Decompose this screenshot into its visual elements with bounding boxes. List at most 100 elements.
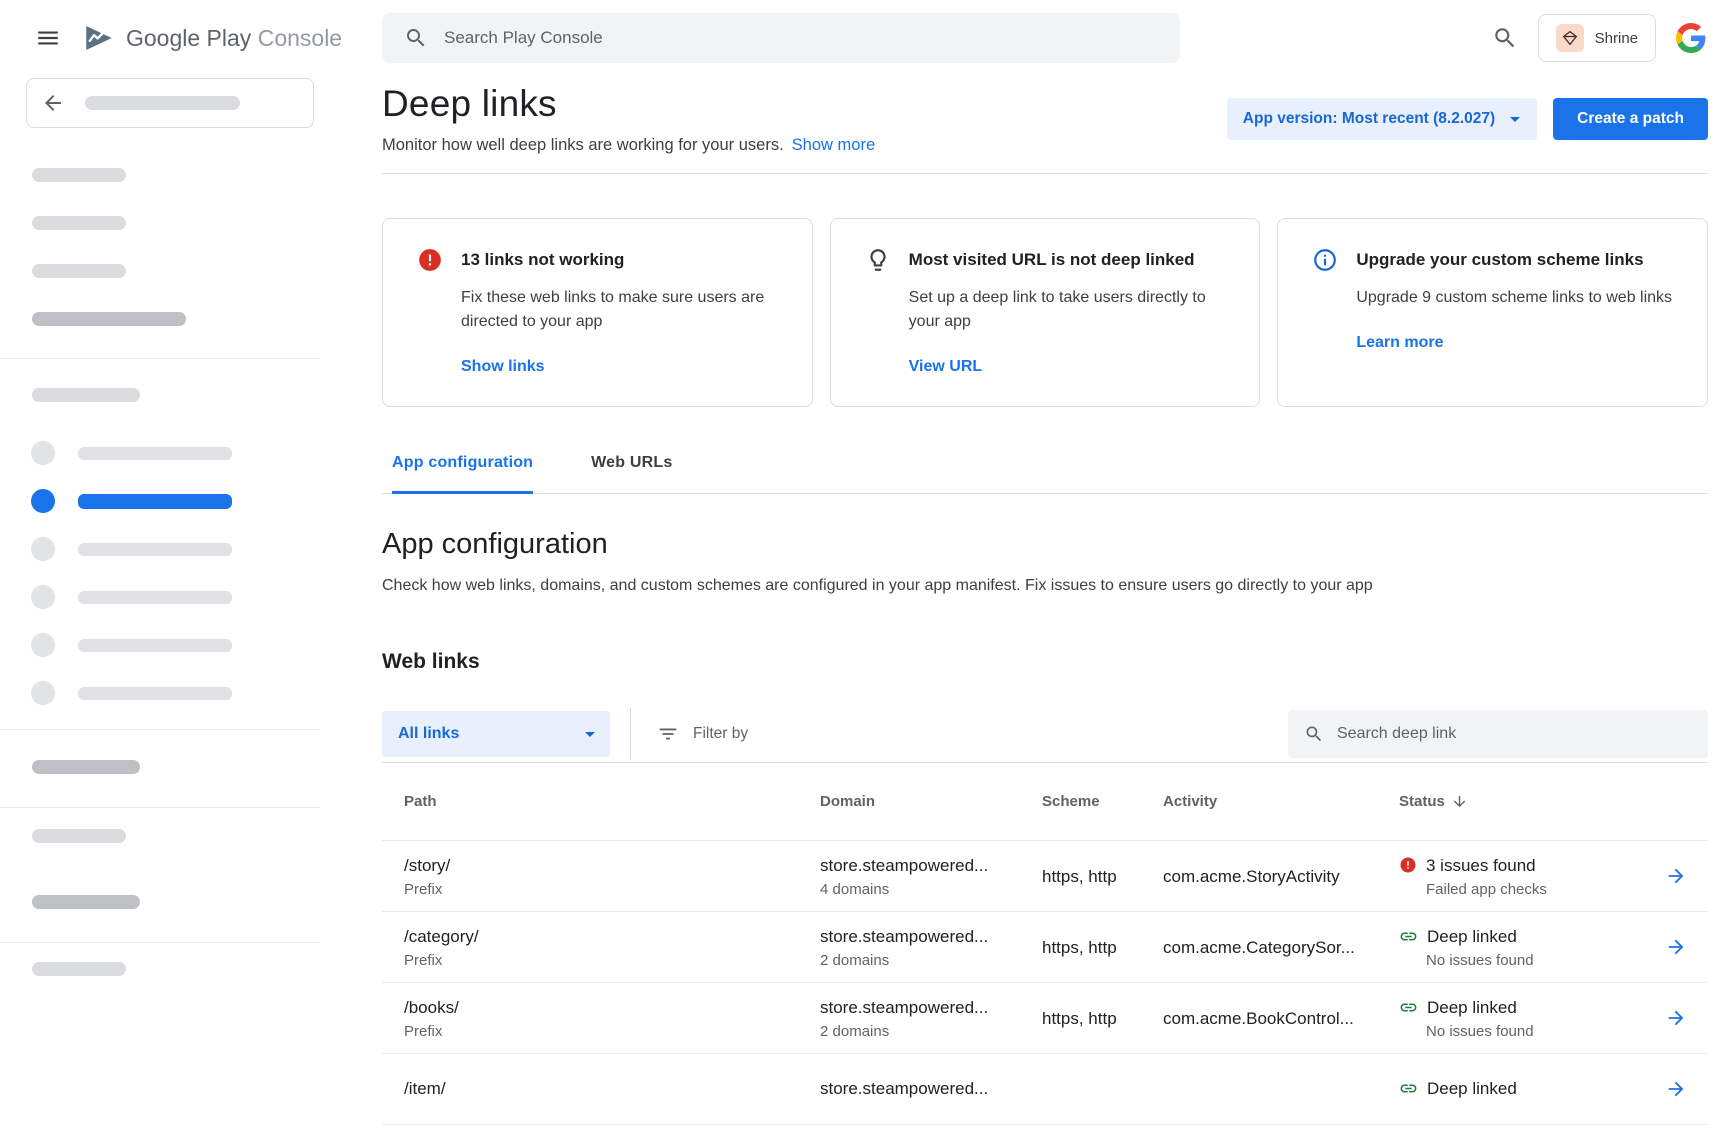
domain-count: 4 domains bbox=[820, 879, 1042, 900]
skeleton-bar bbox=[85, 96, 240, 110]
search-icon[interactable] bbox=[1492, 25, 1518, 51]
link-icon bbox=[1399, 998, 1418, 1017]
table-row[interactable]: /category/Prefix store.steampowered...2 … bbox=[382, 912, 1708, 983]
error-icon bbox=[417, 247, 443, 273]
card-most-visited-url: Most visited URL is not deep linked Set … bbox=[830, 218, 1261, 407]
menu-icon[interactable] bbox=[28, 18, 68, 58]
card-body: Fix these web links to make sure users a… bbox=[461, 286, 778, 334]
link-icon bbox=[1399, 927, 1418, 946]
table-row[interactable]: /books/Prefix store.steampowered...2 dom… bbox=[382, 983, 1708, 1054]
header-divider bbox=[382, 173, 1708, 174]
learn-more-link[interactable]: Learn more bbox=[1356, 334, 1443, 352]
path-type: Prefix bbox=[404, 1021, 820, 1042]
card-body: Set up a deep link to take users directl… bbox=[909, 286, 1226, 334]
path-type: Prefix bbox=[404, 950, 820, 971]
logo-text: Google Play Console bbox=[126, 25, 342, 52]
domain-value: store.steampowered... bbox=[820, 853, 1042, 878]
domain-value: store.steampowered... bbox=[820, 995, 1042, 1020]
row-detail-arrow-icon[interactable] bbox=[1644, 1007, 1708, 1029]
path-value: /books/ bbox=[404, 995, 820, 1020]
skeleton-bar bbox=[78, 591, 232, 604]
skeleton-bar bbox=[78, 639, 232, 652]
topbar-right: Shrine bbox=[1492, 14, 1706, 62]
filter-by-label: Filter by bbox=[693, 725, 748, 743]
card-links-not-working: 13 links not working Fix these web links… bbox=[382, 218, 813, 407]
path-type: Prefix bbox=[404, 879, 820, 900]
play-console-logo-icon bbox=[82, 21, 116, 55]
info-icon bbox=[1312, 247, 1338, 273]
global-search[interactable] bbox=[382, 13, 1180, 63]
view-url-link[interactable]: View URL bbox=[909, 358, 983, 376]
google-account-avatar[interactable] bbox=[1676, 23, 1706, 53]
status-detail: No issues found bbox=[1426, 1021, 1644, 1042]
web-links-toolbar: All links Filter by bbox=[382, 705, 1708, 763]
active-item-icon bbox=[31, 489, 55, 513]
path-value: /story/ bbox=[404, 853, 820, 878]
page-title: Deep links bbox=[382, 82, 875, 126]
global-search-input[interactable] bbox=[444, 28, 1158, 48]
search-icon bbox=[404, 26, 428, 50]
show-more-link[interactable]: Show more bbox=[792, 136, 875, 154]
deep-link-search[interactable] bbox=[1288, 710, 1708, 758]
skeleton-bar bbox=[32, 760, 140, 774]
insight-cards: 13 links not working Fix these web links… bbox=[382, 218, 1708, 407]
skeleton-bar bbox=[32, 216, 126, 230]
path-value: /category/ bbox=[404, 924, 820, 949]
column-header-status-sort[interactable]: Status bbox=[1399, 793, 1644, 810]
sidebar bbox=[0, 76, 320, 1080]
arrow-back-icon bbox=[41, 91, 65, 115]
deep-link-search-input[interactable] bbox=[1337, 725, 1692, 743]
sidebar-divider bbox=[0, 807, 320, 808]
links-filter-select[interactable]: All links bbox=[382, 711, 610, 757]
sidebar-back-button[interactable] bbox=[26, 78, 314, 128]
web-links-table: Path Domain Scheme Activity Status /stor… bbox=[382, 763, 1708, 1125]
show-links-link[interactable]: Show links bbox=[461, 358, 545, 376]
card-title: Most visited URL is not deep linked bbox=[909, 250, 1195, 270]
skeleton-bar bbox=[32, 388, 140, 402]
account-app-switcher[interactable]: Shrine bbox=[1538, 14, 1656, 62]
row-detail-arrow-icon[interactable] bbox=[1644, 865, 1708, 887]
card-upgrade-scheme-links: Upgrade your custom scheme links Upgrade… bbox=[1277, 218, 1708, 407]
sidebar-item bbox=[31, 681, 232, 705]
skeleton-bar bbox=[78, 543, 232, 556]
status-value: Deep linked bbox=[1427, 995, 1517, 1020]
status-value: Deep linked bbox=[1427, 924, 1517, 949]
sidebar-item-active[interactable] bbox=[31, 489, 232, 513]
table-row[interactable]: /story/Prefix store.steampowered...4 dom… bbox=[382, 841, 1708, 912]
activity-value: com.acme.StoryActivity bbox=[1163, 864, 1399, 889]
create-patch-button[interactable]: Create a patch bbox=[1553, 98, 1708, 140]
chevron-down-icon bbox=[578, 722, 602, 746]
section-heading: App configuration bbox=[382, 526, 1708, 562]
shrine-app-icon bbox=[1556, 24, 1584, 52]
skeleton-bar bbox=[32, 962, 126, 976]
skeleton-circle bbox=[31, 633, 55, 657]
table-row[interactable]: /item/ store.steampowered... Deep linked bbox=[382, 1054, 1708, 1125]
filter-by-button[interactable]: Filter by bbox=[657, 723, 748, 745]
main-content: Deep links Monitor how well deep links a… bbox=[382, 76, 1728, 1080]
web-links-heading: Web links bbox=[382, 649, 1708, 675]
row-detail-arrow-icon[interactable] bbox=[1644, 936, 1708, 958]
error-icon bbox=[1399, 856, 1417, 874]
topbar: Google Play Console Shrine bbox=[0, 0, 1728, 76]
sidebar-item bbox=[31, 585, 232, 609]
sidebar-item bbox=[31, 441, 232, 465]
column-header-path: Path bbox=[404, 793, 820, 810]
active-item-bar bbox=[78, 494, 232, 509]
app-version-select[interactable]: App version: Most recent (8.2.027) bbox=[1227, 98, 1537, 140]
card-title: Upgrade your custom scheme links bbox=[1356, 250, 1643, 270]
play-console-logo[interactable]: Google Play Console bbox=[82, 18, 342, 58]
sidebar-divider bbox=[0, 942, 320, 943]
table-header-row: Path Domain Scheme Activity Status bbox=[382, 763, 1708, 841]
row-detail-arrow-icon[interactable] bbox=[1644, 1078, 1708, 1100]
tab-web-urls[interactable]: Web URLs bbox=[591, 453, 672, 494]
skeleton-circle bbox=[31, 585, 55, 609]
skeleton-bar bbox=[32, 264, 126, 278]
tab-app-configuration[interactable]: App configuration bbox=[392, 453, 533, 494]
search-icon bbox=[1304, 724, 1324, 744]
account-app-name: Shrine bbox=[1595, 30, 1638, 47]
link-icon bbox=[1399, 1079, 1418, 1098]
column-header-domain: Domain bbox=[820, 793, 1042, 810]
column-header-activity: Activity bbox=[1163, 793, 1399, 810]
skeleton-circle bbox=[31, 441, 55, 465]
status-value: 3 issues found bbox=[1426, 853, 1536, 878]
